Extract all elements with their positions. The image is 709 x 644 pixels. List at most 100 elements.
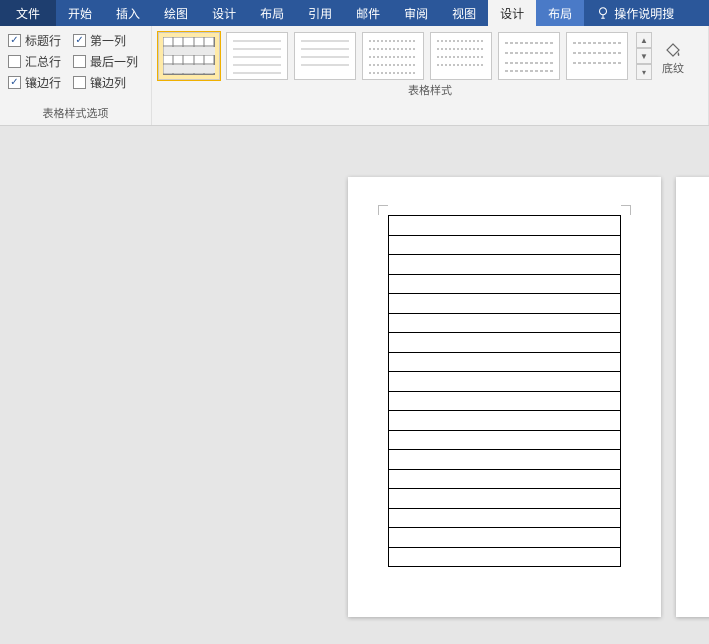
tab-view[interactable]: 视图 [440,0,488,26]
table-row[interactable] [389,489,621,509]
group-style-options: ✓ 标题行 ✓ 第一列 汇总行 最后一列 ✓ 镶边行 [0,26,152,125]
table-plain-icon [435,37,487,75]
table-cell[interactable] [389,508,621,528]
chk-first-column[interactable]: ✓ 第一列 [73,32,138,49]
chk-header-row[interactable]: ✓ 标题行 [8,32,61,49]
tab-layout[interactable]: 布局 [248,0,296,26]
table-row[interactable] [389,255,621,275]
table-cell[interactable] [389,411,621,431]
table-row[interactable] [389,391,621,411]
checkbox-icon [8,55,21,68]
margin-marker-tr [621,205,631,215]
table-style-thumb-1[interactable] [158,32,220,80]
document-canvas[interactable] [0,126,709,644]
table-style-thumb-2[interactable] [226,32,288,80]
document-table[interactable] [388,215,621,567]
chk-total-row[interactable]: 汇总行 [8,53,61,70]
tab-references[interactable]: 引用 [296,0,344,26]
gallery-more-button[interactable]: ▾ [636,64,652,80]
checkbox-icon [73,76,86,89]
gallery-up-button[interactable]: ▲ [636,32,652,48]
table-row[interactable] [389,294,621,314]
tab-table-layout[interactable]: 布局 [536,0,584,26]
page-2-edge[interactable] [676,177,709,617]
table-cell[interactable] [389,294,621,314]
table-plain-icon [503,37,555,75]
table-row[interactable] [389,313,621,333]
table-plain-icon [231,37,283,75]
table-row[interactable] [389,508,621,528]
table-row[interactable] [389,469,621,489]
table-cell[interactable] [389,450,621,470]
table-cell[interactable] [389,274,621,294]
table-cell[interactable] [389,372,621,392]
table-style-thumb-7[interactable] [566,32,628,80]
chk-banded-rows[interactable]: ✓ 镶边行 [8,74,61,91]
page-1[interactable] [348,177,661,617]
gallery-scroll: ▲ ▼ ▾ [636,32,652,80]
table-cell[interactable] [389,469,621,489]
table-row[interactable] [389,547,621,567]
checkbox-icon: ✓ [73,34,86,47]
chk-label: 标题行 [25,32,61,49]
table-row[interactable] [389,235,621,255]
table-row[interactable] [389,274,621,294]
table-row[interactable] [389,372,621,392]
chk-last-column[interactable]: 最后一列 [73,53,138,70]
table-cell[interactable] [389,333,621,353]
table-row[interactable] [389,333,621,353]
chk-label: 第一列 [90,32,126,49]
tab-insert[interactable]: 插入 [104,0,152,26]
table-row[interactable] [389,216,621,236]
tab-home[interactable]: 开始 [56,0,104,26]
lightbulb-icon [596,6,610,20]
table-cell[interactable] [389,489,621,509]
tell-me-search[interactable]: 操作说明搜 [584,0,686,26]
checkbox-icon: ✓ [8,76,21,89]
tell-me-label: 操作说明搜 [614,5,674,22]
table-row[interactable] [389,411,621,431]
group-table-styles: ▲ ▼ ▾ 底纹 表格样式 [152,26,709,125]
tab-review[interactable]: 审阅 [392,0,440,26]
table-cell[interactable] [389,313,621,333]
table-style-thumb-4[interactable] [362,32,424,80]
chk-label: 最后一列 [90,53,138,70]
table-plain-icon [571,37,623,75]
table-cell[interactable] [389,235,621,255]
tab-file[interactable]: 文件 [0,0,56,26]
table-style-thumb-5[interactable] [430,32,492,80]
ribbon-body: ✓ 标题行 ✓ 第一列 汇总行 最后一列 ✓ 镶边行 [0,26,709,126]
table-style-thumb-3[interactable] [294,32,356,80]
ribbon-tabs: 文件 开始 插入 绘图 设计 布局 引用 邮件 审阅 视图 设计 布局 操作说明… [0,0,709,26]
chk-label: 汇总行 [25,53,61,70]
gallery-down-button[interactable]: ▼ [636,48,652,64]
shading-button[interactable]: 底纹 [658,36,688,76]
table-row[interactable] [389,430,621,450]
paint-bucket-icon [663,40,683,60]
table-grid-icon [163,37,215,75]
chk-banded-columns[interactable]: 镶边列 [73,74,138,91]
table-plain-icon [367,37,419,75]
checkbox-icon: ✓ [8,34,21,47]
table-plain-icon [299,37,351,75]
shading-label: 底纹 [662,60,684,76]
tab-table-design[interactable]: 设计 [488,0,536,26]
table-style-thumb-6[interactable] [498,32,560,80]
table-cell[interactable] [389,547,621,567]
table-cell[interactable] [389,391,621,411]
margin-marker-tl [378,205,388,215]
tab-draw[interactable]: 绘图 [152,0,200,26]
tab-design[interactable]: 设计 [200,0,248,26]
table-row[interactable] [389,528,621,548]
chk-label: 镶边列 [90,74,126,91]
table-row[interactable] [389,450,621,470]
tab-mailings[interactable]: 邮件 [344,0,392,26]
table-cell[interactable] [389,255,621,275]
chk-label: 镶边行 [25,74,61,91]
table-cell[interactable] [389,528,621,548]
table-row[interactable] [389,352,621,372]
group-label-style-options: 表格样式选项 [0,103,151,125]
table-cell[interactable] [389,216,621,236]
table-cell[interactable] [389,352,621,372]
table-cell[interactable] [389,430,621,450]
